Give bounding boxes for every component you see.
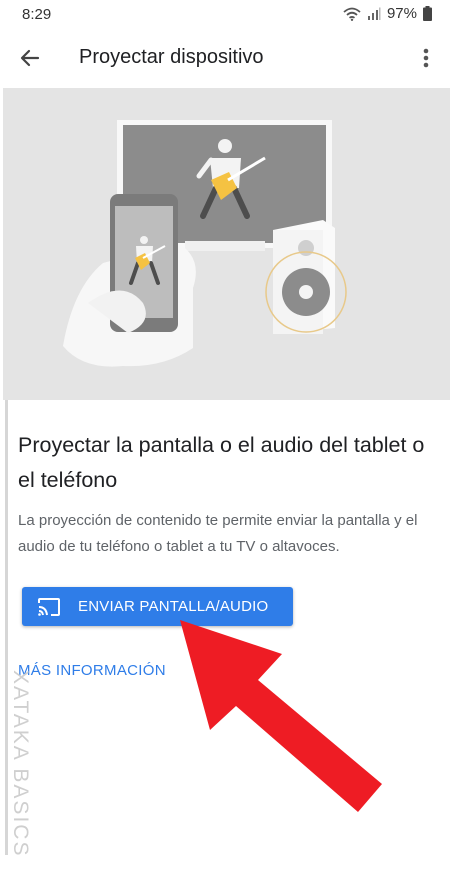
- annotation-arrow: [180, 620, 382, 812]
